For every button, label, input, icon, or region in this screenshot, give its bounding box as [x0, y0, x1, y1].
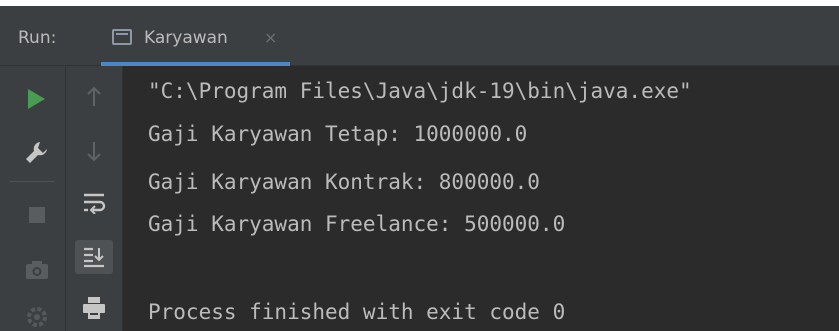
stop-icon[interactable] — [27, 205, 47, 225]
tab-karyawan[interactable]: Karyawan × — [101, 10, 290, 66]
soft-wrap-icon[interactable] — [82, 190, 106, 214]
arrow-down-icon[interactable] — [85, 140, 103, 162]
console-line: Gaji Karyawan Freelance: 500000.0 — [148, 212, 566, 236]
print-icon[interactable] — [82, 296, 106, 320]
play-icon[interactable] — [26, 88, 46, 110]
run-label: Run: — [18, 28, 57, 48]
run-tool-window: Run: Karyawan × "C:\Program Files\Java\j… — [0, 0, 839, 331]
console-line: Gaji Karyawan Tetap: 1000000.0 — [148, 122, 528, 146]
run-panel-header: Run: Karyawan × — [0, 10, 839, 66]
gear-icon[interactable] — [24, 303, 50, 331]
console-line: "C:\Program Files\Java\jdk-19\bin\java.e… — [148, 79, 692, 103]
arrow-up-icon[interactable] — [85, 86, 103, 108]
camera-icon[interactable] — [24, 259, 50, 281]
console-line: Gaji Karyawan Kontrak: 800000.0 — [148, 170, 540, 194]
close-icon[interactable]: × — [264, 10, 277, 66]
scroll-to-end-icon — [84, 247, 104, 268]
toolbar-separator — [10, 181, 54, 182]
tab-label: Karyawan — [144, 28, 228, 48]
scroll-to-end-button[interactable] — [75, 240, 113, 274]
console-output[interactable]: "C:\Program Files\Java\jdk-19\bin\java.e… — [123, 66, 839, 331]
window-top-edge — [0, 0, 839, 10]
wrench-icon[interactable] — [24, 140, 50, 166]
console-actions-toolbar — [66, 66, 123, 331]
run-actions-toolbar — [0, 66, 66, 331]
console-window-icon — [112, 29, 132, 45]
console-line: Process finished with exit code 0 — [148, 300, 566, 324]
